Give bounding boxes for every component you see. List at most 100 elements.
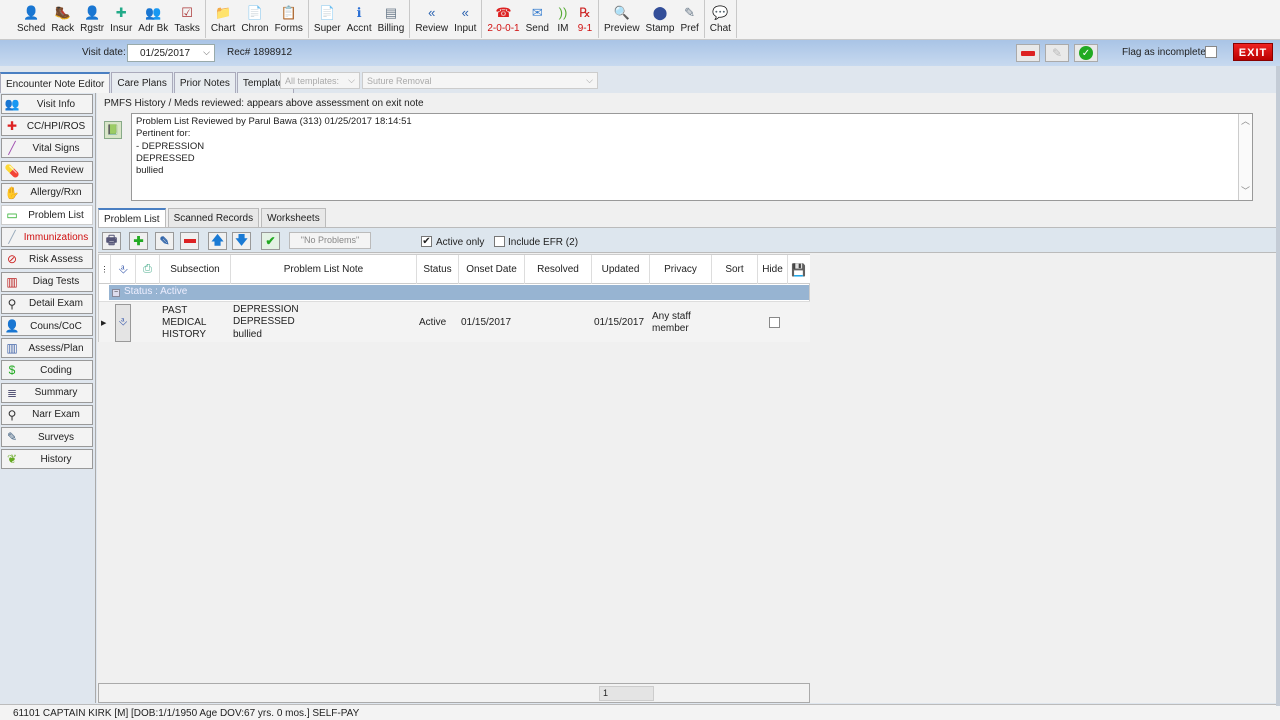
toolbar-button-accnt[interactable]: ℹ Accnt (344, 0, 375, 38)
approve-note-button[interactable]: ✓ (1074, 44, 1098, 62)
note-line: bullied (136, 165, 164, 177)
template-filter-dropdown[interactable]: All templates: ⌵ (280, 72, 360, 89)
toolbar-button-stamp[interactable]: ⬤ Stamp (643, 0, 678, 38)
template-select-dropdown[interactable]: Suture Removal ⌵ (362, 72, 598, 89)
toolbar-button-2-0-0-1[interactable]: ☎ 2-0-0-1 (484, 0, 522, 38)
toolbar-button-forms[interactable]: 📋 Forms (272, 0, 306, 38)
sidebar-item-surveys[interactable]: ✎ Surveys (1, 427, 93, 447)
sidebar-item-immunizations[interactable]: ╱ Immunizations (1, 227, 93, 248)
col-problem-note[interactable]: Problem List Note (231, 255, 417, 284)
col-resolved[interactable]: Resolved (525, 255, 592, 284)
collapse-icon[interactable]: − (112, 289, 120, 297)
active-only-label: Active only (436, 237, 485, 248)
sidebar-item-history[interactable]: ❦ History (1, 449, 93, 470)
col-hide[interactable]: Hide (758, 255, 788, 284)
window-edge (1276, 66, 1280, 706)
toolbar-button-rack[interactable]: 🥾 Rack (48, 0, 77, 38)
med-review-icon: 💊 (4, 163, 20, 178)
toolbar-button-9-1[interactable]: ℞ 9-1 (574, 0, 596, 38)
col-subsection[interactable]: Subsection (160, 255, 231, 284)
sidebar-item-vital-signs[interactable]: ╱ Vital Signs (1, 138, 93, 159)
tab-care-plans[interactable]: Care Plans (111, 72, 173, 93)
toolbar-button-adr-bk[interactable]: 👥 Adr Bk (135, 0, 171, 38)
toolbar-button-chart[interactable]: 📁 Chart (208, 0, 238, 38)
col-sort[interactable]: Sort (712, 255, 758, 284)
move-down-button[interactable]: 🡇 (232, 232, 251, 250)
review-book-button[interactable]: 📗 (104, 121, 122, 139)
toolbar-button-tasks[interactable]: ☑ Tasks (171, 0, 203, 38)
sidebar-item-label: Allergy/Rxn (30, 187, 82, 199)
toolbar-button-input[interactable]: « Input (451, 0, 479, 38)
pmfs-note-textarea[interactable]: Problem List Reviewed by Parul Bawa (313… (131, 113, 1253, 201)
toolbar-button-sched[interactable]: 👤 Sched (14, 0, 48, 38)
sidebar-item-diag-tests[interactable]: ▥ Diag Tests (1, 271, 93, 292)
sidebar-item-coding[interactable]: $ Coding (1, 360, 93, 381)
delete-note-button[interactable] (1016, 44, 1040, 62)
col-privacy[interactable]: Privacy (650, 255, 712, 284)
toolbar-button-super[interactable]: 📄 Super (311, 0, 344, 38)
page-number[interactable]: 1 (599, 686, 654, 701)
toolbar-button-label: Accnt (346, 23, 372, 34)
sidebar-item-med-review[interactable]: 💊 Med Review (1, 160, 93, 181)
tab-prior-notes[interactable]: Prior Notes (173, 72, 236, 93)
toolbar-button-im[interactable]: )) IM (552, 0, 574, 38)
toolbar-button-chat[interactable]: 💬 Chat (707, 0, 734, 38)
group-label: Status : Active (124, 286, 188, 297)
problem-grid: ⋮ ⎀ ⎙ Subsection Problem List Note Statu… (98, 254, 810, 342)
edit-problem-button[interactable]: ✎ (155, 232, 174, 250)
include-efr-checkbox[interactable] (494, 236, 505, 247)
toolbar-button-billing[interactable]: ▤ Billing (375, 0, 408, 38)
sidebar-item-label: Detail Exam (29, 298, 83, 310)
move-up-button[interactable]: 🡅 (208, 232, 227, 250)
remove-problem-button[interactable] (180, 232, 199, 250)
save-layout-icon[interactable]: 💾 (788, 255, 809, 284)
no-problems-button[interactable]: "No Problems" (289, 232, 371, 249)
tab-encounter-note-editor[interactable]: Encounter Note Editor (0, 72, 111, 93)
scroll-down-icon[interactable]: ﹀ (1239, 185, 1252, 199)
scroll-up-icon[interactable]: ︿ (1239, 115, 1252, 129)
toolbar-button-pref[interactable]: ✎ Pref (677, 0, 701, 38)
toolbar-button-insur[interactable]: ✚ Insur (107, 0, 135, 38)
toolbar-button-rgstr[interactable]: 👤 Rgstr (77, 0, 107, 38)
toolbar-group: « Review « Input (410, 0, 483, 38)
sidebar-item-summary[interactable]: ≣ Summary (1, 382, 93, 403)
sidebar-item-allergy-rxn[interactable]: ✋ Allergy/Rxn (1, 182, 93, 203)
sidebar-item-label: Immunizations (23, 231, 89, 243)
col-onset-date[interactable]: Onset Date (459, 255, 525, 284)
flag-incomplete-checkbox[interactable] (1205, 46, 1217, 58)
section-sidebar: 👥 Visit Info ✚ CC/HPI/ROS ╱ Vital Signs 💊 Med R… (0, 93, 96, 703)
sidebar-item-problem-list[interactable]: ▭ Problem List (1, 205, 93, 225)
edit-note-button[interactable]: ✎ (1045, 44, 1069, 62)
sidebar-item-narr-exam[interactable]: ⚲ Narr Exam (1, 404, 93, 425)
subtab-problem-list[interactable]: Problem List (98, 208, 166, 227)
column-chooser-icon[interactable]: ⋮ (99, 255, 111, 284)
hide-checkbox[interactable] (768, 317, 780, 328)
visit-date-dropdown[interactable]: 01/25/2017 ⌵ (127, 44, 215, 62)
toolbar-button-review[interactable]: « Review (412, 0, 451, 38)
sidebar-item-risk-assess[interactable]: ⊘ Risk Assess (1, 249, 93, 270)
sidebar-item-label: Vital Signs (32, 142, 80, 154)
toolbar-button-preview[interactable]: 🔍 Preview (601, 0, 643, 38)
subtab-worksheets[interactable]: Worksheets (261, 208, 326, 227)
col-status[interactable]: Status (417, 255, 459, 284)
add-problem-button[interactable]: ✚ (129, 232, 148, 250)
sidebar-item-detail-exam[interactable]: ⚲ Detail Exam (1, 293, 93, 314)
sidebar-item-visit-info[interactable]: 👥 Visit Info (1, 94, 93, 114)
note-scrollbar[interactable]: ︿ ﹀ (1238, 114, 1252, 200)
col-updated[interactable]: Updated (592, 255, 650, 284)
group-row-active[interactable]: − Status : Active (109, 285, 809, 300)
chevron-down-icon: ⌵ (348, 75, 355, 85)
sidebar-item-cc-hpi-ros[interactable]: ✚ CC/HPI/ROS (1, 116, 93, 137)
active-only-checkbox[interactable]: ✔ (421, 236, 432, 247)
toolbar-button-send[interactable]: ✉ Send (523, 0, 552, 38)
exit-button[interactable]: EXIT (1233, 43, 1273, 61)
sidebar-item-assess-plan[interactable]: ▥ Assess/Plan (1, 338, 93, 359)
sidebar-item-couns-coc[interactable]: 👤 Couns/CoC (1, 316, 93, 336)
table-row[interactable]: ▶ ⎀ PAST MEDICAL HISTORY DEPRESSION DEPR… (99, 301, 810, 342)
syringe-icon: ╱ (8, 230, 16, 245)
mark-reviewed-button[interactable]: ✔ (261, 232, 280, 250)
toolbar-button-chron[interactable]: 📄 Chron (238, 0, 271, 38)
attachment-button[interactable]: ⎀ (115, 303, 131, 342)
print-button[interactable]: 🖶 (102, 232, 121, 250)
subtab-scanned-records[interactable]: Scanned Records (167, 208, 260, 227)
